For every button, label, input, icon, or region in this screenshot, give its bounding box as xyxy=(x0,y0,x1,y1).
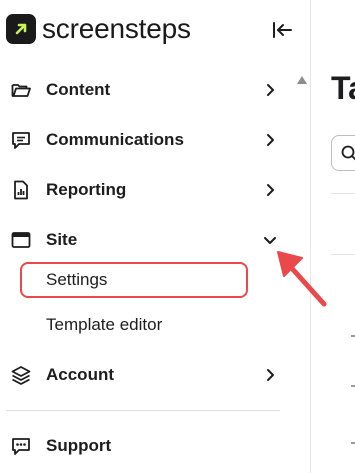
sidebar-item-site[interactable]: Site xyxy=(0,222,290,258)
chevron-right-icon xyxy=(267,184,274,196)
logo-mark xyxy=(6,14,36,44)
report-chart-icon xyxy=(10,179,32,201)
sidebar-subitem-label: Template editor xyxy=(46,315,163,334)
sidebar-item-account[interactable]: Account xyxy=(0,357,290,393)
brand-name: screensteps xyxy=(42,13,191,44)
chevron-right-icon xyxy=(267,84,274,96)
table-row-marker xyxy=(351,385,355,387)
table-row-marker xyxy=(351,335,355,337)
table-row-marker xyxy=(351,442,355,444)
browser-window-icon xyxy=(10,229,32,251)
sidebar-item-label: Reporting xyxy=(46,180,127,199)
message-square-icon xyxy=(10,129,32,151)
sidebar-item-label: Account xyxy=(46,365,114,384)
sidebar-subitem-settings[interactable]: Settings xyxy=(20,262,248,298)
sidebar: screensteps Content Communications Repor… xyxy=(0,0,311,473)
brand[interactable]: screensteps xyxy=(6,12,191,46)
table-header-divider xyxy=(331,193,355,194)
table-row-divider xyxy=(331,254,355,255)
chevron-right-icon xyxy=(267,134,274,146)
search-input[interactable] xyxy=(331,135,355,171)
scroll-up-arrow[interactable] xyxy=(296,72,308,84)
sidebar-subitem-label: Settings xyxy=(46,270,108,289)
arrow-up-right-icon xyxy=(15,23,27,35)
sidebar-item-label: Site xyxy=(46,230,78,249)
chevron-right-icon xyxy=(267,369,274,381)
layers-icon xyxy=(10,364,32,386)
sidebar-subitem-template-editor[interactable]: Template editor xyxy=(20,307,248,343)
folder-open-icon xyxy=(10,79,32,101)
sidebar-item-support[interactable]: Support xyxy=(0,428,290,464)
sidebar-item-label: Content xyxy=(46,80,111,99)
sidebar-item-communications[interactable]: Communications xyxy=(0,122,290,158)
search-icon xyxy=(341,145,355,161)
sidebar-item-label: Communications xyxy=(46,130,184,149)
page-title: Ta xyxy=(331,70,355,106)
main-content: Ta xyxy=(311,0,355,473)
sidebar-divider xyxy=(6,410,280,411)
collapse-sidebar-button[interactable] xyxy=(270,18,294,42)
chevron-down-icon xyxy=(264,237,276,244)
triangle-up-icon xyxy=(297,76,307,84)
sidebar-item-reporting[interactable]: Reporting xyxy=(0,172,290,208)
sidebar-item-content[interactable]: Content xyxy=(0,72,290,108)
sidebar-item-label: Support xyxy=(46,436,112,455)
chat-bubble-icon xyxy=(10,435,32,457)
collapse-left-icon xyxy=(273,22,292,38)
